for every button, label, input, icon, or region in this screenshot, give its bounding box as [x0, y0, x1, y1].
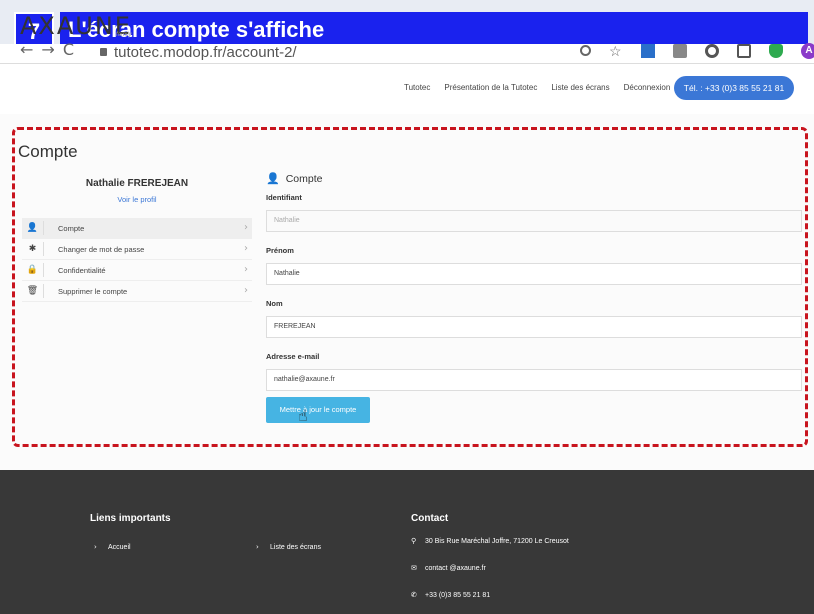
phone-icon: ✆: [411, 591, 417, 599]
footer-phone[interactable]: ✆ +33 (0)3 85 55 21 81: [411, 591, 490, 599]
user-icon: 👤: [22, 221, 44, 235]
lock-icon: 🔒: [22, 263, 44, 277]
chevron-right-icon: ›: [94, 543, 97, 551]
chevron-right-icon: ›: [244, 285, 248, 296]
cast-icon[interactable]: [737, 43, 751, 58]
chevron-right-icon: ›: [256, 543, 259, 551]
footer-link-label: Accueil: [108, 544, 131, 551]
footer-address-text: 30 Bis Rue Maréchal Joffre, 71200 Le Cre…: [425, 538, 569, 545]
lastname-field[interactable]: FREREJEAN: [266, 316, 802, 338]
browser-nav-icons[interactable]: ←→C: [20, 40, 82, 59]
bookmark-star-icon[interactable]: ☆: [609, 44, 623, 58]
menu-item-screens[interactable]: Liste des écrans: [551, 83, 609, 92]
field-label-lastname: Nom: [266, 299, 283, 308]
map-pin-icon: ⚲: [411, 537, 417, 545]
side-item-privacy[interactable]: 🔒 Confidentialité ›: [22, 260, 252, 281]
shield-icon[interactable]: [769, 43, 783, 58]
side-item-label: Compte: [58, 223, 85, 233]
side-item-label: Changer de mot de passe: [58, 244, 145, 254]
view-profile-link[interactable]: Voir le profil: [22, 195, 252, 204]
field-label-firstname: Prénom: [266, 246, 294, 255]
side-item-label: Confidentialité: [58, 265, 106, 275]
footer-link-home[interactable]: › Accueil: [94, 543, 131, 551]
account-form: 👤 Compte Identifiant Nathalie Prénom Nat…: [266, 172, 802, 405]
trash-icon: 🗑: [22, 284, 44, 298]
page-title: Compte: [18, 142, 78, 161]
footer-address: ⚲ 30 Bis Rue Maréchal Joffre, 71200 Le Cr…: [411, 537, 569, 545]
user-icon: 👤: [266, 172, 280, 185]
envelope-icon: ✉: [411, 564, 417, 572]
asterisk-icon: ✱: [22, 242, 44, 256]
update-account-button[interactable]: Mettre à jour le compte: [266, 397, 370, 423]
side-item-label: Supprimer le compte: [58, 286, 128, 296]
form-title: 👤 Compte: [266, 172, 802, 185]
extension-pdf-icon[interactable]: [673, 43, 687, 58]
extension-icon[interactable]: [641, 43, 655, 58]
footer-links-title: Liens importants: [90, 513, 171, 524]
field-label-email: Adresse e-mail: [266, 352, 320, 361]
email-field[interactable]: nathalie@axaune.fr: [266, 369, 802, 391]
menu-item-presentation[interactable]: Présentation de la Tutotec: [444, 83, 537, 92]
footer-email-text: contact @axaune.fr: [425, 565, 486, 572]
menu-item-tutotec[interactable]: Tutotec: [404, 83, 430, 92]
url-text[interactable]: tutotec.modop.fr/account-2/: [114, 44, 297, 61]
field-label-username: Identifiant: [266, 193, 302, 202]
username-field: Nathalie: [266, 210, 802, 232]
logo-subtitle: family: [116, 32, 132, 38]
side-item-account[interactable]: 👤 Compte ›: [22, 218, 252, 239]
extension-circle-icon[interactable]: [705, 43, 719, 58]
footer-link-label: Liste des écrans: [270, 544, 321, 551]
search-icon[interactable]: [580, 45, 591, 56]
secure-lock-icon: [100, 48, 107, 56]
hand-cursor-icon: ☝: [298, 406, 308, 425]
chevron-right-icon: ›: [244, 243, 248, 254]
user-name: Nathalie FREREJEAN: [85, 178, 189, 189]
firstname-field[interactable]: Nathalie: [266, 263, 802, 285]
site-footer: Liens importants › Accueil › Liste des écr…: [0, 470, 814, 614]
footer-link-screens[interactable]: › Liste des écrans: [256, 543, 321, 551]
browser-toolbar: ☆ A ⋮: [580, 42, 814, 59]
side-item-change-password[interactable]: ✱ Changer de mot de passe ›: [22, 239, 252, 260]
chevron-right-icon: ›: [244, 264, 248, 275]
footer-email[interactable]: ✉ contact @axaune.fr: [411, 564, 486, 572]
footer-contact-title: Contact: [411, 513, 449, 524]
phone-button[interactable]: Tél. : +33 (0)3 85 55 21 81: [674, 76, 794, 100]
footer-phone-text: +33 (0)3 85 55 21 81: [425, 592, 491, 599]
menu-item-logout[interactable]: Déconnexion: [624, 83, 671, 92]
main-menu: Tutotec Présentation de la Tutotec Liste…: [404, 83, 684, 92]
chevron-right-icon: ›: [244, 222, 248, 233]
account-side-menu: 👤 Compte › ✱ Changer de mot de passe › 🔒…: [22, 218, 252, 302]
profile-avatar[interactable]: A: [801, 42, 814, 59]
side-item-delete-account[interactable]: 🗑 Supprimer le compte ›: [22, 281, 252, 302]
form-title-text: Compte: [285, 172, 323, 185]
